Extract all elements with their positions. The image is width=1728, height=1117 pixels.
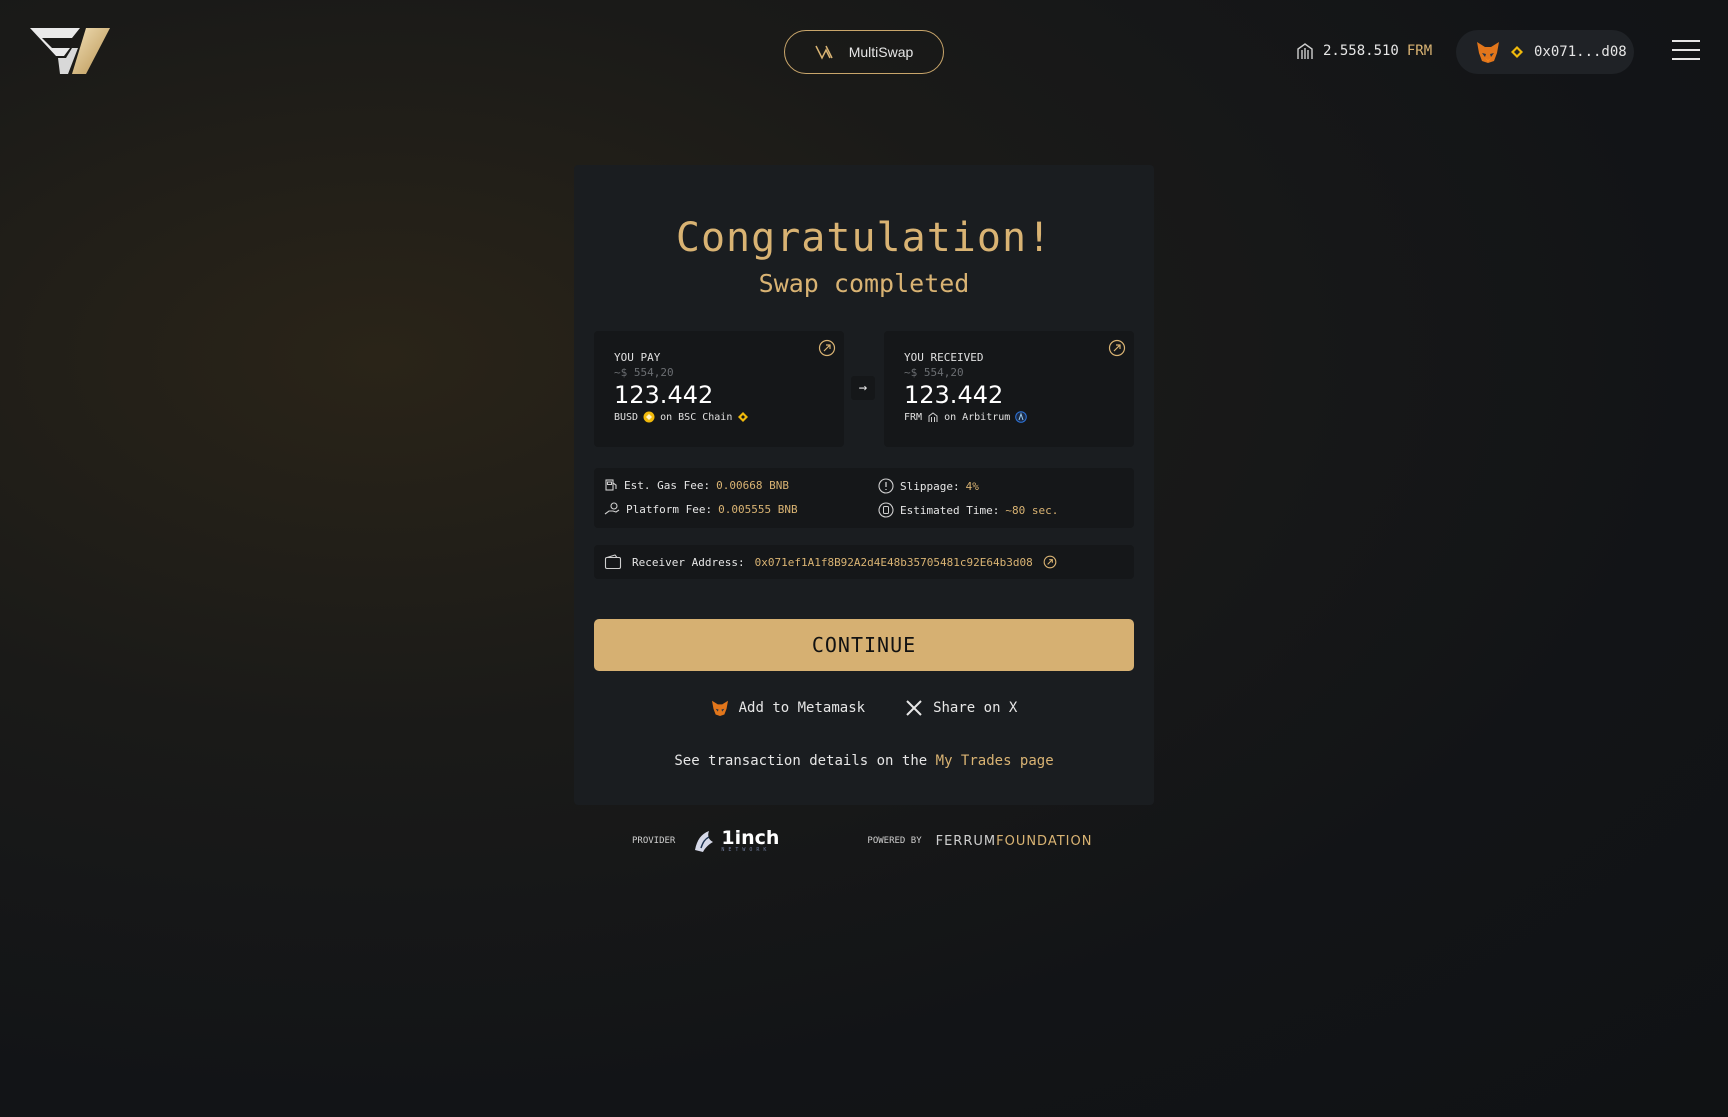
tx-note-prefix: See transaction details on the — [674, 753, 936, 769]
hamburger-menu-icon[interactable] — [1672, 40, 1700, 64]
you-pay-token-line: BUSD on BSC Chain — [614, 411, 824, 423]
wallet-icon — [604, 554, 622, 570]
you-received-amount: 123.442 — [904, 381, 1004, 409]
you-received-token-line: FRM on Arbitrum — [904, 411, 1114, 423]
gas-fee-value: 0.00668 BNB — [716, 478, 789, 492]
token-balance: 2.558.510 FRM — [1295, 40, 1432, 62]
ferrum-wordmark: FERRUM — [935, 833, 997, 849]
you-pay-label: YOU PAY — [614, 351, 661, 364]
estimated-time-label: Estimated Time: — [900, 503, 1000, 517]
arbitrum-chain-icon — [1015, 411, 1028, 423]
frm-token-icon — [928, 412, 938, 422]
1inch-wordmark: 1inch — [721, 827, 780, 849]
frm-token-icon — [1297, 43, 1313, 59]
you-pay-panel: YOU PAY ~$ 554,20 123.442 BUSD on BSC Ch… — [594, 331, 844, 447]
post-swap-actions: Add to Metamask Share on X — [574, 699, 1154, 717]
estimated-time-value: ~80 sec. — [1005, 503, 1059, 517]
external-link-icon[interactable] — [818, 339, 836, 357]
platform-fee-label: Platform Fee: — [626, 502, 713, 516]
add-to-metamask-button[interactable]: Add to Metamask — [711, 699, 865, 717]
multiswap-icon — [815, 45, 833, 60]
page-subtitle: Swap completed — [758, 269, 970, 298]
logo-mark-icon — [30, 28, 110, 74]
gas-fee-row: Est. Gas Fee: 0.00668 BNB — [604, 478, 789, 492]
receiver-address-panel: Receiver Address: 0x071ef1A1f8B92A2d4E48… — [594, 545, 1134, 579]
swap-result-card: Congratulation! Swap completed YOU PAY ~… — [574, 165, 1154, 805]
fee-details-panel: Est. Gas Fee: 0.00668 BNB Platform Fee: … — [594, 468, 1134, 528]
you-pay-usd: ~$ 554,20 — [614, 366, 674, 379]
busd-token-icon — [643, 411, 655, 423]
bnb-chain-icon — [1511, 46, 1523, 58]
wallet-address: 0x071...d08 — [1534, 44, 1627, 60]
slippage-label: Slippage: — [900, 479, 960, 493]
slippage-row: Slippage: 4% — [878, 478, 979, 494]
bsc-chain-icon — [738, 412, 749, 422]
multiswap-mode-button[interactable]: MultiSwap — [784, 30, 944, 74]
you-received-usd: ~$ 554,20 — [904, 366, 964, 379]
you-received-panel: YOU RECEIVED ~$ 554,20 123.442 FRM on Ar… — [884, 331, 1134, 447]
provider-label: PROVIDER — [632, 836, 676, 846]
foundation-wordmark: FOUNDATION — [996, 833, 1093, 849]
balance-token: FRM — [1406, 43, 1433, 59]
receive-token-symbol: FRM — [904, 411, 923, 423]
powered-by-label: POWERED BY — [867, 836, 922, 846]
receiver-address-label: Receiver Address: — [632, 555, 745, 569]
continue-button[interactable]: CONTINUE — [594, 619, 1134, 671]
hand-coin-icon — [604, 502, 620, 515]
share-on-x-button[interactable]: Share on X — [905, 699, 1017, 717]
1inch-logo[interactable]: 1inch NETWORK — [691, 828, 779, 854]
share-on-x-label: Share on X — [933, 700, 1018, 716]
slippage-value: 4% — [965, 479, 979, 493]
platform-fee-value: 0.005555 BNB — [718, 502, 798, 516]
ferrum-foundation-logo[interactable]: FERRUMFOUNDATION — [936, 834, 1093, 849]
pay-chain-name: on BSC Chain — [660, 411, 733, 423]
receiver-address-value[interactable]: 0x071ef1A1f8B92A2d4E48b35705481c92E64b3d… — [755, 556, 1033, 569]
page-title: Congratulation! — [675, 215, 1053, 261]
pay-token-symbol: BUSD — [614, 411, 639, 423]
gas-pump-icon — [605, 479, 617, 491]
transaction-details-note: See transaction details on the My Trades… — [574, 753, 1154, 769]
swap-arrow-icon: → — [851, 376, 875, 400]
my-trades-link[interactable]: My Trades page — [936, 753, 1054, 769]
1inch-unicorn-icon — [695, 831, 714, 852]
x-logo-icon — [906, 700, 922, 716]
external-link-icon[interactable] — [1108, 339, 1126, 357]
timer-icon — [878, 502, 894, 518]
platform-fee-row: Platform Fee: 0.005555 BNB — [604, 502, 798, 516]
metamask-fox-icon — [711, 700, 728, 716]
wallet-button[interactable]: 0x071...d08 — [1456, 30, 1634, 74]
multiswap-label: MultiSwap — [848, 44, 914, 60]
you-pay-amount: 123.442 — [614, 381, 714, 409]
metamask-fox-icon — [1477, 42, 1499, 63]
1inch-network-label: NETWORK — [721, 847, 771, 853]
estimated-time-row: Estimated Time: ~80 sec. — [878, 502, 1058, 518]
ferrum-logo[interactable] — [28, 24, 112, 78]
add-to-metamask-label: Add to Metamask — [738, 700, 866, 716]
external-link-icon[interactable] — [1043, 555, 1057, 569]
receive-chain-name: on Arbitrum — [944, 411, 1011, 423]
gas-fee-label: Est. Gas Fee: — [624, 478, 711, 492]
footer-credits: PROVIDER 1inch NETWORK POWERED BY FERRUM… — [632, 826, 1102, 856]
alert-circle-icon — [878, 478, 894, 494]
balance-value: 2.558.510 — [1323, 43, 1399, 59]
you-received-label: YOU RECEIVED — [904, 351, 984, 364]
